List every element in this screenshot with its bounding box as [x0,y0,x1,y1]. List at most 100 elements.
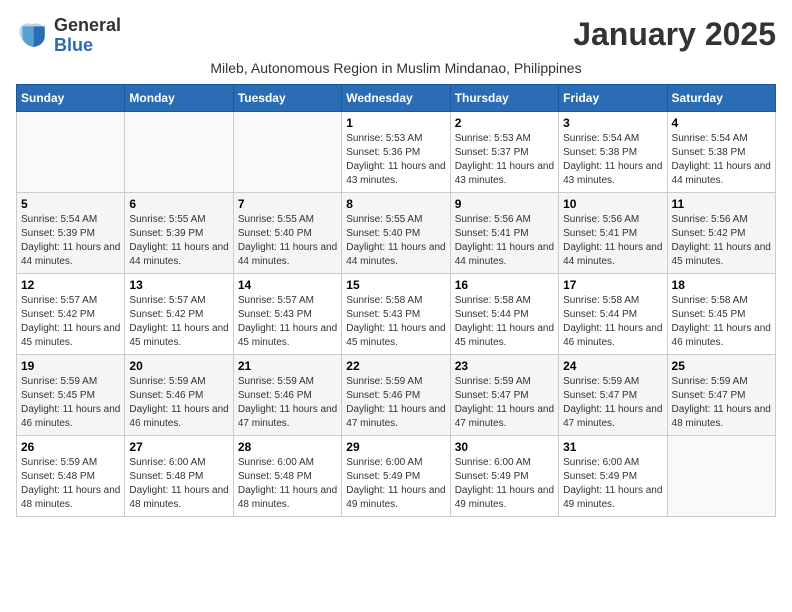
calendar-week-row: 19 Sunrise: 5:59 AM Sunset: 5:45 PM Dayli… [17,354,776,435]
calendar-cell: 8 Sunrise: 5:55 AM Sunset: 5:40 PM Daylig… [342,192,450,273]
day-info: Sunrise: 5:56 AM Sunset: 5:41 PM Dayligh… [455,213,554,269]
day-number: 24 [563,359,662,373]
day-info: Sunrise: 5:55 AM Sunset: 5:39 PM Dayligh… [129,213,228,269]
calendar-cell: 6Sunrise: 5:55 AM Sunset: 5:39 PM Daylig… [125,192,233,273]
subtitle: Mileb, Autonomous Region in Muslim Minda… [16,60,776,76]
day-number: 7 [238,197,337,211]
calendar-cell: 12Sunrise: 5:57 AM Sunset: 5:42 PM Dayli… [17,273,125,354]
day-number: 15 [346,278,445,292]
day-number: 13 [129,278,228,292]
calendar-cell: 13 Sunrise: 5:57 AM Sunset: 5:42 PM Dayli… [125,273,233,354]
calendar-cell [233,111,341,192]
calendar-cell: 25 Sunrise: 5:59 AM Sunset: 5:47 PM Dayli… [667,354,775,435]
day-number: 31 [563,440,662,454]
calendar-cell: 11Sunrise: 5:56 AM Sunset: 5:42 PM Dayli… [667,192,775,273]
weekday-header: Monday [125,84,233,111]
calendar-cell: 30Sunrise: 6:00 AM Sunset: 5:49 PM Dayli… [450,435,558,516]
calendar-cell: 24 Sunrise: 5:59 AM Sunset: 5:47 PM Dayli… [559,354,667,435]
calendar-cell: 20 Sunrise: 5:59 AM Sunset: 5:46 PM Dayli… [125,354,233,435]
calendar-cell: 31 Sunrise: 6:00 AM Sunset: 5:49 PM Dayli… [559,435,667,516]
day-info: Sunrise: 5:59 AM Sunset: 5:46 PM Dayligh… [238,375,337,431]
logo-icon [16,20,48,52]
calendar-cell: 5 Sunrise: 5:54 AM Sunset: 5:39 PM Daylig… [17,192,125,273]
day-number: 28 [238,440,337,454]
calendar-week-row: 1Sunrise: 5:53 AM Sunset: 5:36 PM Daylig… [17,111,776,192]
calendar-table: SundayMondayTuesdayWednesdayThursdayFrid… [16,84,776,517]
calendar-cell: 2Sunrise: 5:53 AM Sunset: 5:37 PM Daylig… [450,111,558,192]
day-info: Sunrise: 5:57 AM Sunset: 5:43 PM Dayligh… [238,294,337,350]
day-number: 4 [672,116,771,130]
day-number: 11 [672,197,771,211]
calendar-cell: 18Sunrise: 5:58 AM Sunset: 5:45 PM Dayli… [667,273,775,354]
day-info: Sunrise: 5:59 AM Sunset: 5:45 PM Dayligh… [21,375,120,431]
calendar-week-row: 5 Sunrise: 5:54 AM Sunset: 5:39 PM Daylig… [17,192,776,273]
day-number: 25 [672,359,771,373]
day-number: 5 [21,197,120,211]
day-info: Sunrise: 5:58 AM Sunset: 5:44 PM Dayligh… [563,294,662,350]
day-number: 27 [129,440,228,454]
weekday-header: Friday [559,84,667,111]
calendar-cell: 23Sunrise: 5:59 AM Sunset: 5:47 PM Dayli… [450,354,558,435]
calendar-cell: 27 Sunrise: 6:00 AM Sunset: 5:48 PM Dayli… [125,435,233,516]
day-number: 17 [563,278,662,292]
day-info: Sunrise: 5:58 AM Sunset: 5:44 PM Dayligh… [455,294,554,350]
calendar-cell: 26Sunrise: 5:59 AM Sunset: 5:48 PM Dayli… [17,435,125,516]
day-number: 18 [672,278,771,292]
calendar-cell: 10Sunrise: 5:56 AM Sunset: 5:41 PM Dayli… [559,192,667,273]
day-number: 20 [129,359,228,373]
calendar-cell: 28 Sunrise: 6:00 AM Sunset: 5:48 PM Dayli… [233,435,341,516]
calendar-cell: 29 Sunrise: 6:00 AM Sunset: 5:49 PM Dayli… [342,435,450,516]
logo: General Blue [16,16,121,56]
logo-blue: Blue [54,35,93,55]
day-info: Sunrise: 5:54 AM Sunset: 5:38 PM Dayligh… [672,132,771,188]
calendar-cell: 15 Sunrise: 5:58 AM Sunset: 5:43 PM Dayli… [342,273,450,354]
day-info: Sunrise: 5:55 AM Sunset: 5:40 PM Dayligh… [346,213,445,269]
day-info: Sunrise: 5:59 AM Sunset: 5:48 PM Dayligh… [21,456,120,512]
calendar-cell [17,111,125,192]
day-info: Sunrise: 5:56 AM Sunset: 5:41 PM Dayligh… [563,213,662,269]
day-info: Sunrise: 5:54 AM Sunset: 5:39 PM Dayligh… [21,213,120,269]
weekday-header-row: SundayMondayTuesdayWednesdayThursdayFrid… [17,84,776,111]
day-info: Sunrise: 5:59 AM Sunset: 5:46 PM Dayligh… [346,375,445,431]
day-info: Sunrise: 5:57 AM Sunset: 5:42 PM Dayligh… [129,294,228,350]
day-number: 22 [346,359,445,373]
calendar-cell: 22 Sunrise: 5:59 AM Sunset: 5:46 PM Dayli… [342,354,450,435]
calendar-cell: 16Sunrise: 5:58 AM Sunset: 5:44 PM Dayli… [450,273,558,354]
day-info: Sunrise: 6:00 AM Sunset: 5:49 PM Dayligh… [346,456,445,512]
logo-text: General Blue [54,16,121,56]
day-number: 29 [346,440,445,454]
title-section: January 2025 [573,16,776,53]
day-number: 14 [238,278,337,292]
day-info: Sunrise: 5:55 AM Sunset: 5:40 PM Dayligh… [238,213,337,269]
weekday-header: Wednesday [342,84,450,111]
calendar-week-row: 12Sunrise: 5:57 AM Sunset: 5:42 PM Dayli… [17,273,776,354]
day-number: 2 [455,116,554,130]
calendar-cell: 1Sunrise: 5:53 AM Sunset: 5:36 PM Daylig… [342,111,450,192]
day-info: Sunrise: 6:00 AM Sunset: 5:49 PM Dayligh… [563,456,662,512]
calendar-cell: 14 Sunrise: 5:57 AM Sunset: 5:43 PM Dayli… [233,273,341,354]
day-info: Sunrise: 5:59 AM Sunset: 5:47 PM Dayligh… [563,375,662,431]
calendar-cell: 7 Sunrise: 5:55 AM Sunset: 5:40 PM Daylig… [233,192,341,273]
day-info: Sunrise: 5:59 AM Sunset: 5:46 PM Dayligh… [129,375,228,431]
weekday-header: Sunday [17,84,125,111]
calendar-cell: 3 Sunrise: 5:54 AM Sunset: 5:38 PM Daylig… [559,111,667,192]
calendar-cell: 17 Sunrise: 5:58 AM Sunset: 5:44 PM Dayli… [559,273,667,354]
weekday-header: Saturday [667,84,775,111]
day-number: 21 [238,359,337,373]
calendar-cell [125,111,233,192]
day-number: 8 [346,197,445,211]
weekday-header: Tuesday [233,84,341,111]
month-title: January 2025 [573,16,776,53]
day-info: Sunrise: 6:00 AM Sunset: 5:48 PM Dayligh… [238,456,337,512]
day-number: 3 [563,116,662,130]
day-info: Sunrise: 5:58 AM Sunset: 5:43 PM Dayligh… [346,294,445,350]
day-info: Sunrise: 5:59 AM Sunset: 5:47 PM Dayligh… [672,375,771,431]
calendar-cell: 4 Sunrise: 5:54 AM Sunset: 5:38 PM Daylig… [667,111,775,192]
calendar-cell: 19 Sunrise: 5:59 AM Sunset: 5:45 PM Dayli… [17,354,125,435]
page-header: General Blue January 2025 [16,16,776,56]
day-info: Sunrise: 6:00 AM Sunset: 5:49 PM Dayligh… [455,456,554,512]
day-info: Sunrise: 5:54 AM Sunset: 5:38 PM Dayligh… [563,132,662,188]
day-info: Sunrise: 6:00 AM Sunset: 5:48 PM Dayligh… [129,456,228,512]
calendar-cell [667,435,775,516]
day-number: 19 [21,359,120,373]
